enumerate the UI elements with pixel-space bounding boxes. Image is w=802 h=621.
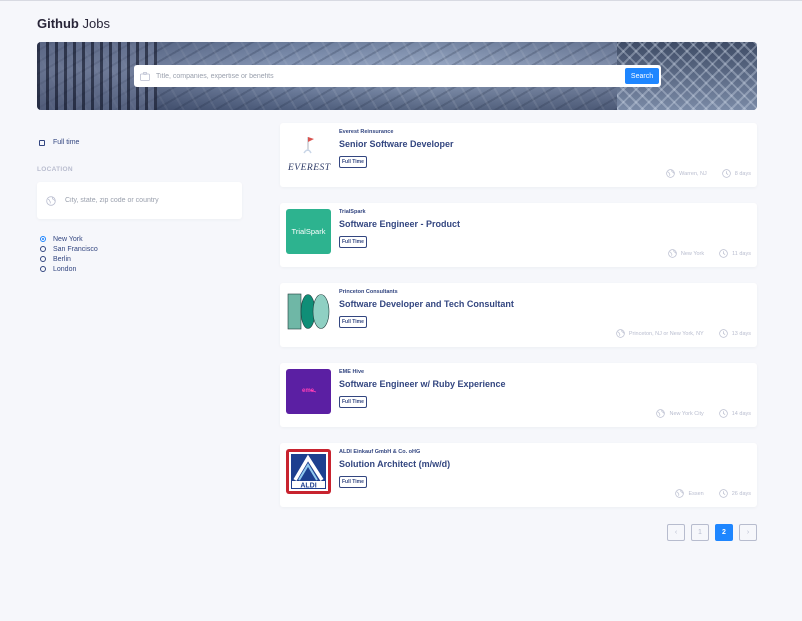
- job-type-badge: Full Time: [339, 476, 367, 488]
- pagination: ‹ 1 2 ›: [667, 524, 757, 541]
- clock-icon: [719, 329, 728, 338]
- job-card[interactable]: eme EME Hive Software Engineer w/ Ruby E…: [280, 363, 757, 427]
- search-input[interactable]: [156, 72, 625, 80]
- city-label: San Francisco: [53, 245, 98, 253]
- app-title: Github Jobs: [37, 16, 110, 31]
- company-name: Princeton Consultants: [339, 289, 398, 295]
- city-option-new-york[interactable]: New York: [40, 234, 98, 244]
- globe-icon: [46, 195, 56, 206]
- globe-icon: [616, 329, 625, 338]
- clock-icon: [719, 249, 728, 258]
- full-time-label: Full time: [53, 139, 80, 146]
- search-bar: Search: [134, 65, 661, 87]
- job-location: New York: [680, 250, 705, 257]
- job-meta: Princeton, NJ or New York, NY 13 days: [616, 329, 751, 338]
- job-location: New York City: [669, 410, 704, 417]
- city-radio[interactable]: [40, 256, 46, 262]
- job-title[interactable]: Solution Architect (m/w/d): [339, 459, 450, 469]
- job-title[interactable]: Software Engineer - Product: [339, 219, 460, 229]
- page-button-1[interactable]: 1: [691, 524, 709, 541]
- company-logo-eme-hive: eme: [286, 369, 331, 414]
- city-radio[interactable]: [40, 236, 46, 242]
- full-time-checkbox[interactable]: [39, 139, 45, 146]
- job-meta: New York 11 days: [668, 249, 751, 258]
- app-title-light: Jobs: [82, 16, 110, 31]
- job-card[interactable]: EVEREST Everest Reinsurance Senior Softw…: [280, 123, 757, 187]
- hero-banner: Search: [37, 42, 757, 110]
- logo-text: EVEREST: [287, 163, 331, 173]
- city-radio[interactable]: [40, 266, 46, 272]
- job-card[interactable]: ALDI ALDI Einkauf GmbH & Co. oHG Solutio…: [280, 443, 757, 507]
- city-label: New York: [53, 235, 83, 243]
- location-field: [37, 182, 242, 219]
- clock-icon: [719, 409, 728, 418]
- job-meta: New York City 14 days: [656, 409, 751, 418]
- page-button-2[interactable]: 2: [715, 524, 733, 541]
- globe-icon: [656, 409, 666, 418]
- prev-page-button[interactable]: ‹: [667, 524, 685, 541]
- next-page-button[interactable]: ›: [739, 524, 757, 541]
- job-age: 8 days: [734, 170, 751, 177]
- city-option-berlin[interactable]: Berlin: [40, 254, 98, 264]
- company-name: EME Hive: [339, 369, 365, 375]
- briefcase-icon: [140, 71, 150, 81]
- company-logo-princeton: [286, 289, 331, 334]
- job-age: 14 days: [731, 410, 751, 417]
- job-title[interactable]: Senior Software Developer: [339, 139, 454, 149]
- job-type-badge: Full Time: [339, 396, 367, 408]
- location-label: LOCATION: [37, 166, 73, 173]
- city-option-london[interactable]: London: [40, 264, 98, 274]
- globe-icon: [668, 249, 677, 258]
- job-type-badge: Full Time: [339, 156, 367, 168]
- app-title-bold: Github: [37, 16, 79, 31]
- search-button[interactable]: Search: [625, 68, 659, 84]
- job-title[interactable]: Software Developer and Tech Consultant: [339, 299, 514, 309]
- job-meta: Essen 26 days: [675, 489, 751, 498]
- clock-icon: [722, 169, 731, 178]
- job-type-badge: Full Time: [339, 236, 367, 248]
- job-age: 13 days: [731, 330, 751, 337]
- job-meta: Warren, NJ 8 days: [666, 169, 751, 178]
- company-name: Everest Reinsurance: [339, 129, 394, 135]
- city-radio[interactable]: [40, 246, 46, 252]
- job-location: Warren, NJ: [679, 170, 707, 177]
- city-label: London: [53, 265, 77, 273]
- company-name: ALDI Einkauf GmbH & Co. oHG: [339, 449, 421, 455]
- job-type-badge: Full Time: [339, 316, 367, 328]
- globe-icon: [675, 489, 685, 498]
- location-input[interactable]: [65, 197, 233, 204]
- job-age: 11 days: [732, 250, 751, 257]
- clock-icon: [719, 489, 728, 498]
- job-card[interactable]: TrialSpark TrialSpark Software Engineer …: [280, 203, 757, 267]
- job-location: Princeton, NJ or New York, NY: [628, 330, 704, 337]
- job-age: 26 days: [731, 490, 751, 497]
- city-list: New York San Francisco Berlin London: [40, 234, 98, 274]
- full-time-filter[interactable]: Full time: [39, 139, 79, 146]
- company-logo-everest: EVEREST: [286, 129, 331, 174]
- logo-text: TrialSpark: [292, 227, 326, 236]
- company-logo-trialspark: TrialSpark: [286, 209, 331, 254]
- city-option-san-francisco[interactable]: San Francisco: [40, 244, 98, 254]
- job-card[interactable]: Princeton Consultants Software Developer…: [280, 283, 757, 347]
- city-label: Berlin: [53, 255, 71, 263]
- job-title[interactable]: Software Engineer w/ Ruby Experience: [339, 379, 506, 389]
- globe-icon: [666, 169, 675, 178]
- logo-text: ALDI: [300, 483, 316, 490]
- company-logo-aldi: ALDI: [286, 449, 331, 494]
- company-name: TrialSpark: [339, 209, 366, 215]
- job-location: Essen: [688, 490, 704, 497]
